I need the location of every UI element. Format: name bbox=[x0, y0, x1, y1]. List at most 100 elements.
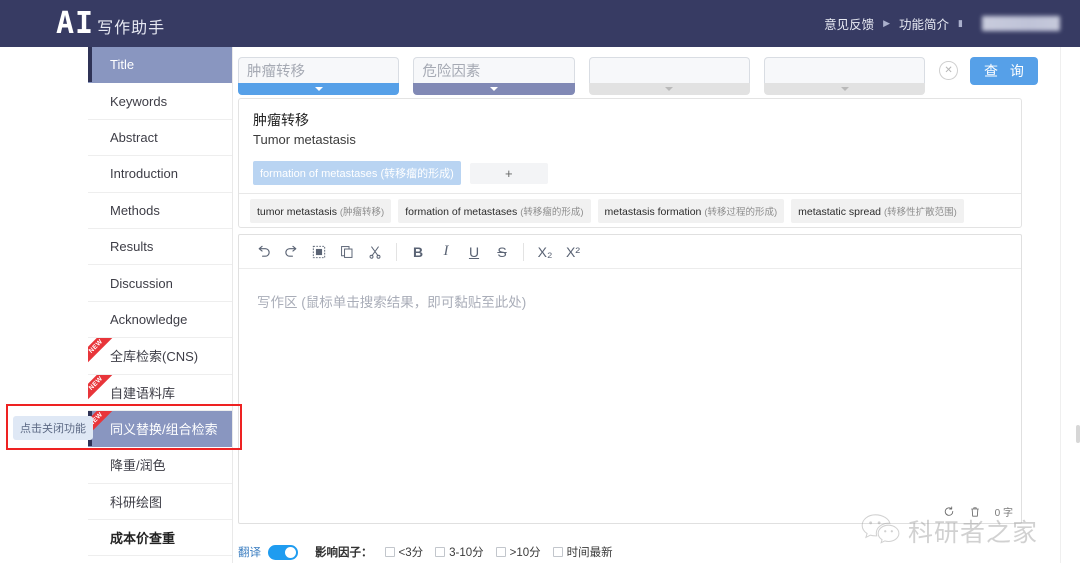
checkbox-label: <3分 bbox=[398, 547, 424, 559]
sidebar-item-label: 科研绘图 bbox=[110, 494, 163, 510]
sidebar-item-label: Methods bbox=[110, 202, 160, 218]
chevron-down-icon bbox=[840, 87, 849, 91]
checkbox-label: 时间最新 bbox=[566, 547, 613, 559]
sidebar-item-label: Introduction bbox=[110, 166, 178, 182]
chip-cn: (转移过程的形成) bbox=[704, 206, 778, 218]
sidebar-item-full-library-search[interactable]: NEW 全库检索(CNS) bbox=[88, 338, 232, 375]
sidebar-item-label: Acknowledge bbox=[110, 311, 188, 327]
logo-ai-text: AI bbox=[56, 5, 95, 41]
superscript-icon[interactable]: X² bbox=[559, 239, 587, 265]
synonym-chip-list: tumor metastasis (肿瘤转移) formation of met… bbox=[239, 193, 1021, 227]
chevron-right-icon: ▮ bbox=[958, 18, 963, 28]
checkbox-label: >10分 bbox=[509, 547, 541, 559]
close-circle-icon[interactable]: ✕ bbox=[939, 61, 958, 80]
logo-subtitle: 写作助手 bbox=[97, 19, 166, 37]
sidebar-item-abstract[interactable]: Abstract bbox=[88, 119, 232, 157]
sidebar-item-title[interactable]: Title bbox=[88, 47, 232, 84]
search-input-3[interactable] bbox=[588, 57, 750, 83]
app-logo[interactable]: AI 写作助手 bbox=[56, 5, 166, 41]
chip-en: metastatic spread bbox=[798, 205, 882, 218]
italic-icon[interactable]: I bbox=[432, 239, 460, 265]
sidebar-item-results[interactable]: Results bbox=[88, 228, 232, 266]
sidebar-item-label: Discussion bbox=[110, 275, 173, 291]
sidebar-item-plagiarism-check[interactable]: 成本价查重 bbox=[88, 520, 232, 557]
search-dropdown-1[interactable] bbox=[238, 83, 400, 95]
sidebar-item-custom-corpus[interactable]: NEW 自建语料库 bbox=[88, 374, 232, 411]
subscript-icon[interactable]: X₂ bbox=[531, 239, 559, 265]
cut-icon[interactable] bbox=[361, 239, 389, 265]
toolbar-divider bbox=[396, 242, 397, 261]
list-item[interactable]: metastatic spread (转移性扩散范围) bbox=[791, 198, 964, 223]
search-input-1[interactable]: 肿瘤转移 bbox=[238, 57, 400, 83]
sidebar-item-discussion[interactable]: Discussion bbox=[88, 265, 232, 302]
search-dropdown-3[interactable] bbox=[588, 83, 750, 95]
checkbox-box[interactable] bbox=[384, 547, 395, 557]
sidebar-item-keywords[interactable]: Keywords bbox=[88, 83, 232, 120]
search-field-1[interactable]: 肿瘤转移 bbox=[238, 57, 400, 95]
undo-icon[interactable] bbox=[249, 239, 277, 265]
query-button[interactable]: 查 询 bbox=[969, 57, 1038, 85]
search-field-3[interactable] bbox=[588, 57, 750, 95]
editor-placeholder[interactable]: 写作区 (鼠标单击搜索结果，即可黏贴至此处) bbox=[257, 291, 1021, 311]
trash-icon[interactable] bbox=[969, 506, 981, 518]
chip-en: tumor metastasis bbox=[257, 205, 337, 218]
sidebar-item-sci-figure[interactable]: 科研绘图 bbox=[88, 483, 232, 521]
sidebar-item-synonym-combination-search[interactable]: NEW 同义替换/组合检索 bbox=[88, 410, 232, 448]
toolbar-divider bbox=[523, 242, 524, 261]
sidebar-item-acknowledge[interactable]: Acknowledge bbox=[88, 301, 232, 339]
selected-synonym-tag[interactable]: formation of metastases (转移瘤的形成) bbox=[253, 161, 461, 185]
close-feature-tooltip[interactable]: 点击关闭功能 bbox=[13, 416, 93, 440]
sidebar-item-methods[interactable]: Methods bbox=[88, 192, 232, 229]
chevron-down-icon bbox=[665, 87, 674, 91]
translate-label[interactable]: 翻译 bbox=[238, 544, 261, 560]
list-item[interactable]: tumor metastasis (肿瘤转移) bbox=[250, 198, 392, 223]
sidebar-item-label: 同义替换/组合检索 bbox=[110, 422, 218, 438]
editor-status-bar: 0 字 bbox=[943, 504, 1013, 519]
word-count: 0 字 bbox=[994, 508, 1013, 519]
search-bar: 肿瘤转移 危险因素 ✕ 查 询 bbox=[238, 57, 1038, 95]
scrollbar-thumb[interactable] bbox=[1076, 425, 1080, 443]
checkbox-if-gt10[interactable]: >10分 bbox=[495, 544, 541, 560]
list-item[interactable]: metastasis formation (转移过程的形成) bbox=[597, 198, 785, 223]
sidebar-item-introduction[interactable]: Introduction bbox=[88, 156, 232, 193]
bold-icon[interactable]: B bbox=[404, 239, 432, 265]
search-input-4[interactable] bbox=[763, 57, 926, 83]
checkbox-box[interactable] bbox=[495, 547, 506, 557]
header-nav: 意见反馈 ▶ 功能简介 ▮ bbox=[824, 14, 1060, 33]
search-input-2[interactable]: 危险因素 bbox=[413, 57, 575, 83]
checkbox-newest[interactable]: 时间最新 bbox=[552, 544, 613, 560]
search-field-4[interactable] bbox=[763, 57, 926, 95]
search-dropdown-4[interactable] bbox=[763, 83, 926, 95]
sidebar-item-label: 成本价查重 bbox=[110, 531, 176, 547]
app-root: AI 写作助手 意见反馈 ▶ 功能简介 ▮ Title Keywords Abs… bbox=[0, 0, 1080, 580]
redo-icon[interactable] bbox=[277, 239, 305, 265]
checkbox-box[interactable] bbox=[552, 547, 563, 557]
chevron-down-icon bbox=[489, 87, 498, 91]
chevron-down-icon bbox=[314, 87, 323, 91]
search-field-2[interactable]: 危险因素 bbox=[413, 57, 575, 95]
search-dropdown-2[interactable] bbox=[413, 83, 575, 95]
user-account-blurred[interactable] bbox=[982, 16, 1060, 31]
translate-toggle[interactable] bbox=[268, 544, 298, 560]
select-all-icon[interactable] bbox=[305, 239, 333, 265]
strikethrough-icon[interactable]: S bbox=[488, 239, 516, 265]
copy-icon[interactable] bbox=[333, 239, 361, 265]
header-link-feedback[interactable]: 意见反馈 bbox=[824, 14, 874, 33]
chip-cn: (转移瘤的形成) bbox=[520, 206, 584, 218]
checkbox-box[interactable] bbox=[435, 547, 446, 557]
chip-en: formation of metastases bbox=[405, 205, 518, 218]
sidebar-item-label: Abstract bbox=[110, 129, 158, 145]
underline-icon[interactable]: U bbox=[460, 239, 488, 265]
chip-en: metastasis formation bbox=[604, 205, 702, 218]
checkbox-if-lt3[interactable]: <3分 bbox=[384, 544, 424, 560]
sidebar: Title Keywords Abstract Introduction Met… bbox=[88, 47, 233, 563]
checkbox-label: 3-10分 bbox=[449, 547, 484, 559]
add-tag-button[interactable]: + bbox=[469, 162, 548, 184]
chip-cn: (转移性扩散范围) bbox=[883, 206, 957, 218]
list-item[interactable]: formation of metastases (转移瘤的形成) bbox=[398, 198, 591, 223]
checkbox-if-3to10[interactable]: 3-10分 bbox=[435, 544, 484, 560]
refresh-icon[interactable] bbox=[943, 505, 955, 518]
result-title-cn: 肿瘤转移 bbox=[253, 112, 309, 128]
sidebar-item-rewrite-polish[interactable]: 降重/润色 bbox=[88, 447, 232, 484]
header-link-features[interactable]: 功能简介 bbox=[899, 14, 949, 33]
